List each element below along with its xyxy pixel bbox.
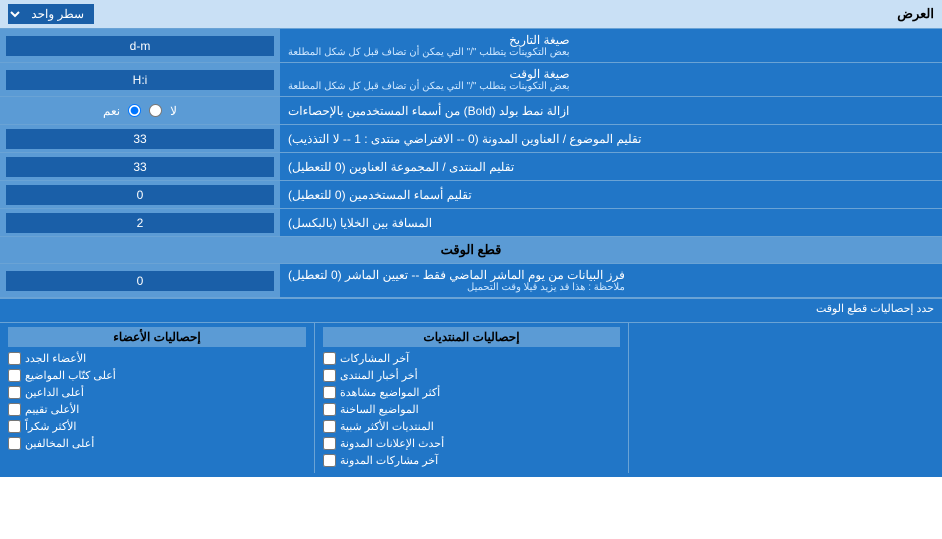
limit-section: حدد إحصاليات قطع الوقت [0,298,942,318]
cell-spacing-row: المسافة بين الخلايا (بالبكسل) [0,209,942,237]
stats-col-right [628,323,942,473]
time-cut-row: فرز البيانات من يوم الماشر الماضي فقط --… [0,264,942,298]
time-cut-input[interactable] [6,271,274,291]
bold-usernames-row: ازالة نمط بولد (Bold) من أسماء المستخدمي… [0,97,942,125]
page-title: العرض [897,6,934,22]
stats-members-check-1[interactable] [8,369,21,382]
stats-members-item-5: أعلى المخالفين [8,435,306,452]
bold-no-radio[interactable] [149,104,162,117]
bold-radio-group: لا نعم [103,104,177,118]
time-format-row: صيغة الوقت بعض التكوينات يتطلب "/" التي … [0,63,942,97]
stats-members-item-0: الأعضاء الجدد [8,350,306,367]
stats-forums-check-0[interactable] [323,352,336,365]
stats-grid: إحصاليات المنتديات آخر المشاركات أخر أخب… [0,322,942,473]
truncate-subject-label: تقليم الموضوع / العناوين المدونة (0 -- ا… [280,125,942,152]
date-format-label: صيغة التاريخ بعض التكوينات يتطلب "/" الت… [280,29,942,62]
stats-forums-item-1: أخر أخبار المنتدى [323,367,620,384]
truncate-forum-input[interactable] [6,157,274,177]
time-format-input[interactable] [6,70,274,90]
stats-col-forums: إحصاليات المنتديات آخر المشاركات أخر أخب… [314,323,628,473]
truncate-forum-row: تقليم المنتدى / المجموعة العناوين (0 للت… [0,153,942,181]
stats-members-item-1: أعلى كتّاب المواضيع [8,367,306,384]
stats-members-check-4[interactable] [8,420,21,433]
stats-members-item-3: الأعلى تقييم [8,401,306,418]
dropdown-container[interactable]: سطر واحدسطرينثلاثة أسطر [8,4,94,24]
truncate-subject-input[interactable] [6,129,274,149]
stats-forums-check-6[interactable] [323,454,336,467]
stats-forums-check-5[interactable] [323,437,336,450]
stats-col-members: إحصاليات الأعضاء الأعضاء الجدد أعلى كتّا… [0,323,314,473]
time-format-label: صيغة الوقت بعض التكوينات يتطلب "/" التي … [280,63,942,96]
stats-forums-check-3[interactable] [323,403,336,416]
date-format-row: صيغة التاريخ بعض التكوينات يتطلب "/" الت… [0,29,942,63]
truncate-forum-label: تقليم المنتدى / المجموعة العناوين (0 للت… [280,153,942,180]
stats-forums-item-0: آخر المشاركات [323,350,620,367]
cell-spacing-input-container [0,209,280,236]
time-cut-input-container [0,264,280,297]
time-cut-header: قطع الوقت [0,237,942,264]
stats-forums-item-5: أحدث الإعلانات المدونة [323,435,620,452]
truncate-subject-row: تقليم الموضوع / العناوين المدونة (0 -- ا… [0,125,942,153]
stats-members-item-2: أعلى الداعين [8,384,306,401]
truncate-usernames-label: تقليم أسماء المستخدمين (0 للتعطيل) [280,181,942,208]
bold-yes-radio[interactable] [128,104,141,117]
stats-members-check-5[interactable] [8,437,21,450]
header-row: العرض سطر واحدسطرينثلاثة أسطر [0,0,942,29]
time-format-input-container [0,63,280,96]
stats-forums-item-4: المنتديات الأكثر شبية [323,418,620,435]
bold-usernames-label: ازالة نمط بولد (Bold) من أسماء المستخدمي… [280,97,942,124]
cell-spacing-input[interactable] [6,213,274,233]
stats-forums-check-2[interactable] [323,386,336,399]
stats-forums-check-4[interactable] [323,420,336,433]
truncate-usernames-input-container [0,181,280,208]
truncate-subject-input-container [0,125,280,152]
stats-members-header: إحصاليات الأعضاء [8,327,306,347]
stats-members-check-2[interactable] [8,386,21,399]
time-cut-label: فرز البيانات من يوم الماشر الماضي فقط --… [280,264,942,297]
stats-forums-check-1[interactable] [323,369,336,382]
stats-forums-item-6: آخر مشاركات المدونة [323,452,620,469]
stats-members-item-4: الأكثر شكراً [8,418,306,435]
stats-forums-header: إحصاليات المنتديات [323,327,620,347]
truncate-forum-input-container [0,153,280,180]
stats-members-check-0[interactable] [8,352,21,365]
bold-usernames-input-container: لا نعم [0,97,280,124]
display-dropdown[interactable]: سطر واحدسطرينثلاثة أسطر [8,4,94,24]
stats-section: إحصاليات المنتديات آخر المشاركات أخر أخب… [0,318,942,477]
cell-spacing-label: المسافة بين الخلايا (بالبكسل) [280,209,942,236]
stats-members-check-3[interactable] [8,403,21,416]
truncate-usernames-row: تقليم أسماء المستخدمين (0 للتعطيل) [0,181,942,209]
truncate-usernames-input[interactable] [6,185,274,205]
stats-forums-item-3: المواضيع الساخنة [323,401,620,418]
date-format-input[interactable] [6,36,274,56]
date-format-input-container [0,29,280,62]
stats-forums-item-2: أكثر المواضيع مشاهدة [323,384,620,401]
